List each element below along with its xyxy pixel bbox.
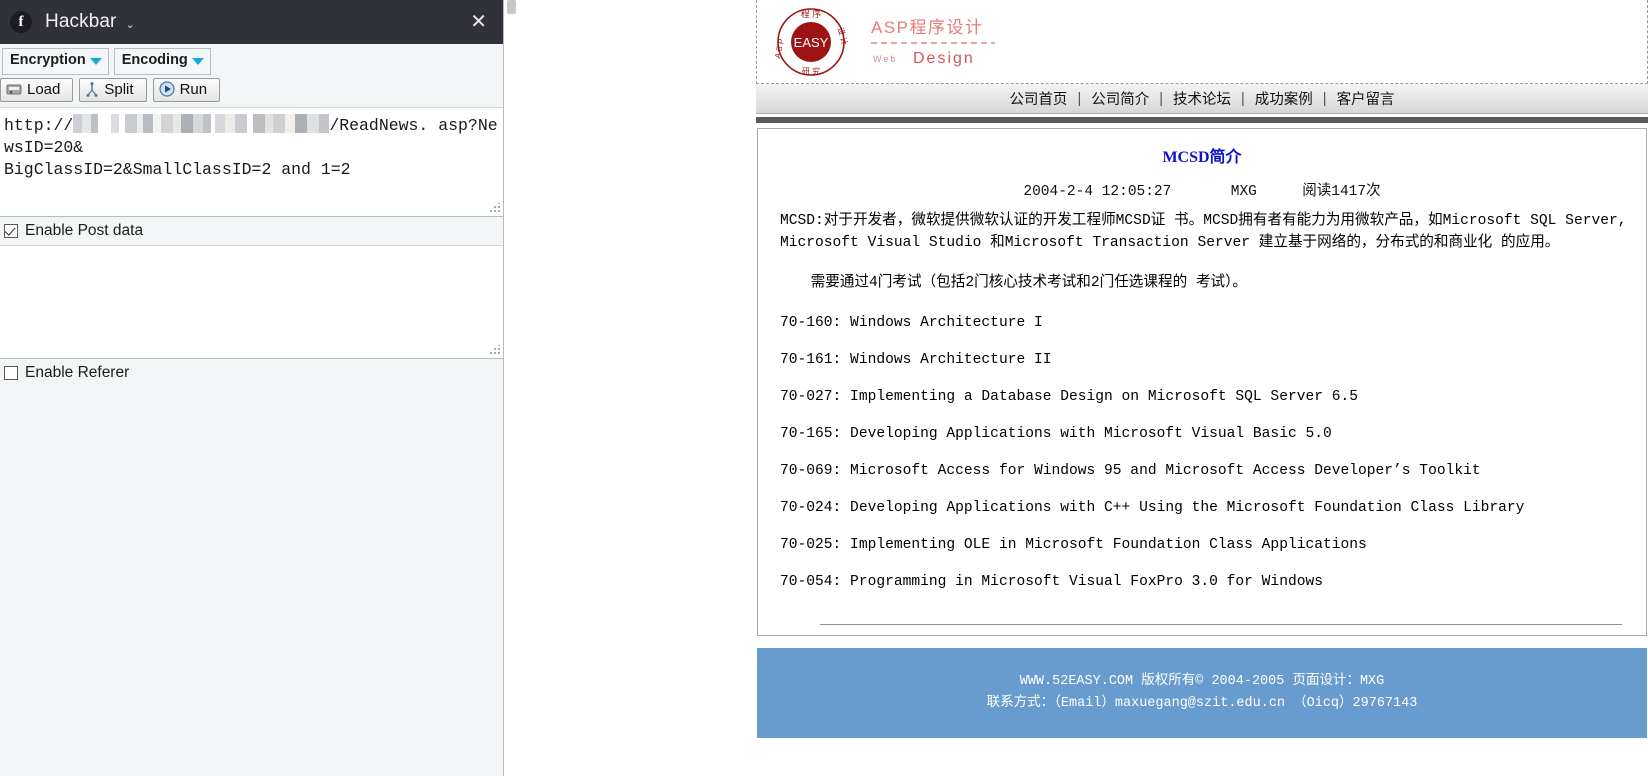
post-textarea-wrapper bbox=[0, 244, 503, 359]
url-line2: BigClassID=2&SmallClassID=2 and 1=2 bbox=[4, 159, 351, 179]
site-footer: WWW.52EASY.COM 版权所有© 2004-2005 页面设计：MXG … bbox=[757, 648, 1647, 738]
referer-row: Enable Referer bbox=[0, 358, 503, 387]
site-nav: 公司首页 | 公司简介 | 技术论坛 | 成功案例 | 客户留言 bbox=[756, 84, 1648, 114]
footer-copyright: WWW.52EASY.COM 版权所有© 2004-2005 页面设计：MXG bbox=[1019, 674, 1385, 689]
svg-text:EASY: EASY bbox=[794, 35, 829, 50]
post-data-row: Enable Post data bbox=[0, 216, 503, 245]
enable-referer-label: Enable Referer bbox=[25, 363, 130, 381]
encryption-label: Encryption bbox=[10, 52, 86, 68]
site-logo[interactable]: EASY 程 序 A S P 设 计 研 究 ASP程序设计 Web Desig… bbox=[767, 4, 999, 80]
url-input[interactable]: http:///ReadNews. asp?NewsID=20& BigClass… bbox=[0, 106, 503, 217]
url-prefix: http:// bbox=[4, 115, 74, 135]
hackbar-logo-icon: f bbox=[10, 11, 32, 33]
course-item: 70-161: Windows Architecture II bbox=[780, 352, 1052, 368]
enable-referer-checkbox[interactable] bbox=[4, 365, 18, 380]
url-resize-handle[interactable] bbox=[489, 202, 500, 214]
load-button[interactable]: Load bbox=[0, 77, 74, 102]
post-data-input[interactable] bbox=[0, 244, 503, 359]
article-paragraph-1: MCSD:对于开发者，微软提供微软认证的开发工程师MCSD证 书。MCSD拥有者… bbox=[780, 213, 1627, 251]
split-button[interactable]: Split bbox=[79, 77, 147, 102]
hackbar-titlebar: f Hackbar ⌄ ✕ bbox=[0, 0, 503, 44]
folder-icon bbox=[6, 82, 22, 96]
nav-item-cases[interactable]: 成功案例 bbox=[1245, 88, 1323, 109]
nav-item-about[interactable]: 公司简介 bbox=[1081, 88, 1159, 109]
hackbar-title: Hackbar bbox=[45, 11, 117, 32]
hackbar-action-row: Load Split Run bbox=[0, 75, 503, 102]
load-label: Load bbox=[27, 80, 61, 98]
logo-wordmark-icon: ASP程序设计 Web Design bbox=[871, 18, 995, 67]
website-content: EASY 程 序 A S P 设 计 研 究 ASP程序设计 Web Desig… bbox=[756, 0, 1648, 776]
chevron-down-icon bbox=[191, 57, 204, 65]
nav-item-forum[interactable]: 技术论坛 bbox=[1163, 88, 1241, 109]
nav-item-home[interactable]: 公司首页 bbox=[999, 88, 1077, 109]
nav-list: 公司首页 | 公司简介 | 技术论坛 | 成功案例 | 客户留言 bbox=[999, 88, 1404, 109]
encoding-label: Encoding bbox=[121, 52, 188, 68]
chevron-down-icon bbox=[89, 57, 102, 65]
encoding-dropdown[interactable]: Encoding bbox=[113, 48, 211, 75]
svg-text:设 计: 设 计 bbox=[836, 26, 850, 46]
article-meta: 2004-2-4 12:05:27 MXG 阅读1417次 bbox=[772, 179, 1632, 200]
hackbar-panel: f Hackbar ⌄ ✕ Encryption Encoding Load S… bbox=[0, 0, 504, 776]
related-news-divider bbox=[820, 624, 1622, 625]
enable-post-data-label: Enable Post data bbox=[25, 221, 144, 239]
nav-underline-bar bbox=[756, 117, 1648, 123]
easy-seal-icon: EASY 程 序 A S P 设 计 研 究 bbox=[773, 8, 850, 76]
nav-item-guestbook[interactable]: 客户留言 bbox=[1327, 88, 1405, 109]
course-item: 70-025: Implementing OLE in Microsoft Fo… bbox=[780, 537, 1367, 553]
url-redaction-block bbox=[73, 113, 212, 133]
enable-post-data-checkbox[interactable] bbox=[4, 223, 18, 238]
hackbar-toolbar: Encryption Encoding bbox=[0, 44, 503, 75]
svg-text:A S P: A S P bbox=[773, 37, 786, 58]
article-date: 2004-2-4 12:05:27 bbox=[1023, 184, 1172, 200]
footer-contact: 联系方式：（Email）maxuegang@szit.edu.cn （Oicq）… bbox=[986, 696, 1418, 711]
svg-text:Design: Design bbox=[913, 50, 975, 67]
course-item: 70-027: Implementing a Database Design o… bbox=[780, 389, 1359, 405]
close-icon[interactable]: ✕ bbox=[470, 12, 487, 32]
svg-text:Web: Web bbox=[873, 54, 897, 64]
course-item: 70-054: Programming in Microsoft Visual … bbox=[780, 574, 1323, 590]
article-title: MCSD简介 bbox=[1162, 149, 1242, 166]
site-header: EASY 程 序 A S P 设 计 研 究 ASP程序设计 Web Desig… bbox=[756, 0, 1648, 84]
article-card: MCSD简介 2004-2-4 12:05:27 MXG 阅读1417次 MCS… bbox=[757, 128, 1647, 636]
run-button[interactable]: Run bbox=[152, 77, 221, 102]
article-views: 阅读1417次 bbox=[1302, 184, 1381, 200]
panel-scrollbar-thumb[interactable] bbox=[507, 0, 516, 14]
run-label: Run bbox=[179, 80, 208, 98]
url-textarea-wrapper: http:///ReadNews. asp?NewsID=20& BigClass… bbox=[0, 106, 503, 217]
panel-scrollbar-track[interactable] bbox=[505, 0, 519, 776]
play-icon bbox=[158, 81, 175, 98]
course-item: 70-069: Microsoft Access for Windows 95 … bbox=[780, 463, 1481, 479]
post-resize-handle[interactable] bbox=[489, 344, 500, 356]
article-paragraph-2: 需要通过4门考试（包括2门核心技术考试和2门任选课程的 考试）。 bbox=[810, 275, 1248, 291]
svg-text:程 序: 程 序 bbox=[801, 8, 822, 19]
footer-gap bbox=[756, 636, 1648, 648]
split-icon bbox=[85, 82, 99, 97]
chevron-down-icon[interactable]: ⌄ bbox=[125, 18, 134, 31]
course-item: 70-024: Developing Applications with C++… bbox=[780, 500, 1525, 516]
svg-text:研 究: 研 究 bbox=[802, 66, 820, 76]
article-author: MXG bbox=[1230, 184, 1257, 200]
encryption-dropdown[interactable]: Encryption bbox=[2, 48, 109, 75]
svg-text:ASP程序设计: ASP程序设计 bbox=[871, 18, 984, 37]
course-item: 70-160: Windows Architecture I bbox=[780, 315, 1043, 331]
url-redaction-block bbox=[211, 113, 330, 133]
split-label: Split bbox=[104, 80, 134, 98]
course-item: 70-165: Developing Applications with Mic… bbox=[780, 426, 1332, 442]
